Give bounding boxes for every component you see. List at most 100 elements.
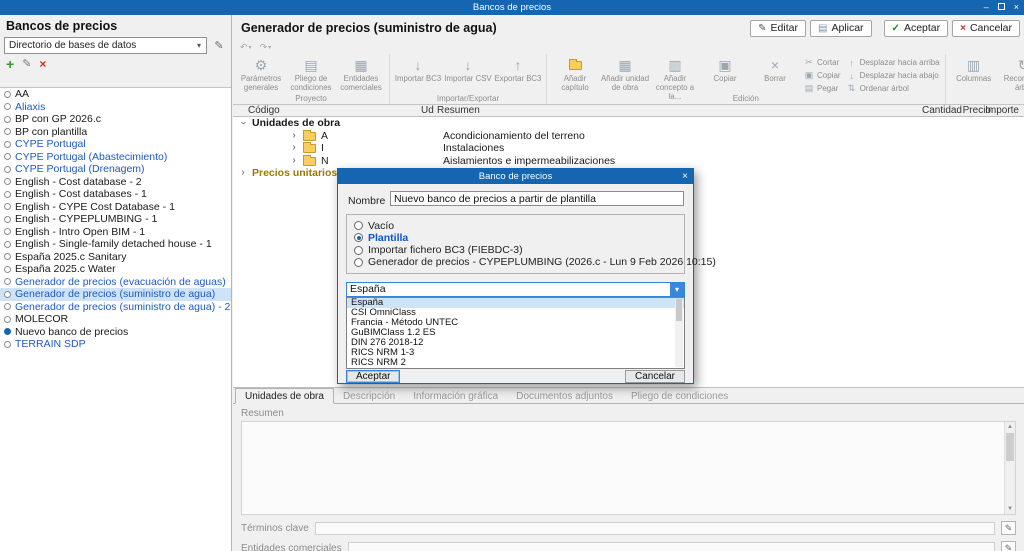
tab-unidades-de-obra[interactable]: Unidades de obra (235, 388, 334, 404)
list-item[interactable]: English - CYPE Cost Database - 1 (0, 201, 231, 214)
list-item[interactable]: MOLECOR (0, 313, 231, 326)
list-item[interactable]: English - CYPEPLUMBING - 1 (0, 213, 231, 226)
list-item[interactable]: CYPE Portugal (0, 138, 231, 151)
ribbon-group-importar-exportar: ↓ Importar BC3 ↓ Importar CSV ↑ Exportar… (390, 54, 547, 104)
tree-row[interactable]: › N Aislamientos e impermeabilizaciones (233, 155, 1024, 168)
list-item[interactable]: Nuevo banco de precios (0, 326, 231, 339)
tab-informacion-grafica[interactable]: Información gráfica (404, 389, 507, 403)
dialog-close-button[interactable]: × (682, 169, 688, 184)
tab-descripcion[interactable]: Descripción (334, 389, 404, 403)
chevron-collapsed-icon[interactable]: › (290, 130, 298, 142)
scroll-down-icon[interactable]: ▼ (1005, 504, 1015, 514)
resumen-textarea[interactable]: ▲ ▼ (241, 421, 1016, 515)
radio-icon[interactable] (354, 246, 363, 255)
tree-row[interactable]: › A Acondicionamiento del terreno (233, 130, 1024, 143)
redo-button[interactable]: ↷▾ (260, 42, 272, 53)
tree-row[interactable]: › I Instalaciones (233, 142, 1024, 155)
dropdown-option[interactable]: RICS NRM 2 (347, 358, 684, 368)
scrollbar[interactable] (675, 299, 683, 367)
edit-bank-icon[interactable]: ✎ (22, 57, 31, 70)
list-item[interactable]: Aliaxis (0, 101, 231, 114)
dialog-aceptar-button[interactable]: Aceptar (346, 370, 400, 383)
list-item[interactable]: España 2025.c Water (0, 263, 231, 276)
chevron-collapsed-icon[interactable]: › (239, 167, 247, 179)
radio-icon[interactable] (354, 258, 363, 267)
terminos-clave-input[interactable] (315, 522, 995, 535)
importar-bc3-button[interactable]: ↓ Importar BC3 (393, 56, 443, 84)
gear-icon: ⚙ (255, 56, 268, 74)
entidades-comerciales-button[interactable]: ▦ Entidades comerciales (336, 56, 386, 93)
directory-combo[interactable]: Directorio de bases de datos ▾ (4, 37, 207, 54)
sort-icon: ⇅ (847, 83, 857, 94)
list-item[interactable]: English - Single-family detached house -… (0, 238, 231, 251)
columnas-button[interactable]: ▥ Columnas (949, 56, 999, 84)
list-item[interactable]: CYPE Portugal (Drenagem) (0, 163, 231, 176)
table-header: Código Ud Resumen Cantidad Precio Import… (233, 105, 1024, 117)
exportar-bc3-button[interactable]: ↑ Exportar BC3 (493, 56, 543, 84)
desplazar-arriba-button[interactable]: ↑Desplazar hacia arriba (845, 56, 942, 69)
radio-generador-precios[interactable]: Generador de precios - CYPEPLUMBING (202… (354, 257, 677, 268)
cortar-button[interactable]: ✂Cortar (802, 56, 843, 69)
chevron-down-icon[interactable]: ▾ (670, 283, 684, 296)
scrollbar-thumb[interactable] (1006, 433, 1014, 461)
nombre-input[interactable] (390, 191, 684, 206)
chevron-collapsed-icon[interactable]: › (290, 155, 298, 167)
maximize-button[interactable] (998, 0, 1005, 15)
radio-plantilla[interactable]: Plantilla (354, 232, 677, 243)
scrollbar[interactable]: ▲ ▼ (1004, 422, 1015, 514)
list-item-selected[interactable]: Generador de precios (suministro de agua… (0, 288, 231, 301)
ribbon-toolbar: ⚙ Parámetros generales ▤ Pliego de condi… (233, 54, 1024, 105)
list-item[interactable]: BP con GP 2026.c (0, 113, 231, 126)
pliego-condiciones-button[interactable]: ▤ Pliego de condiciones (286, 56, 336, 93)
anadir-unidad-obra-button[interactable]: ▦ Añadir unidad de obra (600, 56, 650, 93)
list-item[interactable]: English - Cost databases - 1 (0, 188, 231, 201)
parametros-generales-button[interactable]: ⚙ Parámetros generales (236, 56, 286, 93)
copiar-button[interactable]: ▣ Copiar (700, 56, 750, 84)
bank-dot-icon (4, 141, 11, 148)
radio-vacio[interactable]: Vacío (354, 220, 677, 231)
list-item[interactable]: Generador de precios (evacuación de agua… (0, 276, 231, 289)
tree-row[interactable]: › Unidades de obra (233, 117, 1024, 130)
column-resumen: Resumen (437, 105, 480, 117)
undo-button[interactable]: ↶▾ (240, 42, 252, 53)
edit-entidades-icon[interactable]: ✎ (1001, 541, 1016, 551)
anadir-capitulo-button[interactable]: Añadir capítulo (550, 56, 600, 93)
dialog-cancelar-button[interactable]: Cancelar (625, 370, 685, 383)
list-item[interactable]: English - Cost database - 2 (0, 176, 231, 189)
scroll-up-icon[interactable]: ▲ (1005, 422, 1015, 432)
tab-documentos-adjuntos[interactable]: Documentos adjuntos (507, 389, 622, 403)
minimize-button[interactable]: – (984, 0, 989, 15)
folder-icon (303, 144, 316, 153)
scrollbar-thumb[interactable] (676, 299, 682, 321)
aceptar-button[interactable]: ✓ Aceptar (884, 20, 949, 37)
list-item[interactable]: Generador de precios (suministro de agua… (0, 301, 231, 314)
tab-pliego-condiciones[interactable]: Pliego de condiciones (622, 389, 737, 403)
template-combo[interactable]: España ▾ (346, 282, 685, 297)
list-item[interactable]: English - Intro Open BIM - 1 (0, 226, 231, 239)
list-item[interactable]: BP con plantilla (0, 126, 231, 139)
edit-terminos-icon[interactable]: ✎ (1001, 521, 1016, 535)
delete-bank-icon[interactable]: × (39, 57, 46, 71)
editar-button[interactable]: ✎ Editar (750, 20, 806, 37)
entidades-comerciales-input[interactable] (348, 542, 995, 551)
radio-icon[interactable] (354, 221, 363, 230)
edit-directory-icon[interactable]: ✎ (211, 39, 227, 52)
list-item[interactable]: CYPE Portugal (Abastecimiento) (0, 151, 231, 164)
importar-csv-button[interactable]: ↓ Importar CSV (443, 56, 493, 84)
aplicar-button[interactable]: ▤ Aplicar (810, 20, 872, 37)
chevron-expanded-icon[interactable]: › (237, 119, 249, 127)
desplazar-abajo-button[interactable]: ↓Desplazar hacia abajo (845, 69, 942, 82)
borrar-button[interactable]: × Borrar (750, 56, 800, 84)
list-item[interactable]: España 2025.c Sanitary (0, 251, 231, 264)
reconstruir-arbol-button[interactable]: ↻ Reconstruir árbol (999, 56, 1024, 93)
copiar-small-button[interactable]: ▣Copiar (802, 69, 843, 82)
list-item[interactable]: AA (0, 88, 231, 101)
cancelar-button[interactable]: × Cancelar (952, 20, 1020, 37)
radio-selected-icon[interactable] (354, 233, 363, 242)
list-item[interactable]: TERRAIN SDP (0, 338, 231, 351)
chevron-collapsed-icon[interactable]: › (290, 142, 298, 154)
add-bank-icon[interactable]: + (6, 56, 14, 72)
radio-importar-bc3[interactable]: Importar fichero BC3 (FIEBDC-3) (354, 245, 677, 256)
close-button[interactable]: × (1014, 0, 1019, 15)
resumen-label: Resumen (241, 408, 1024, 419)
